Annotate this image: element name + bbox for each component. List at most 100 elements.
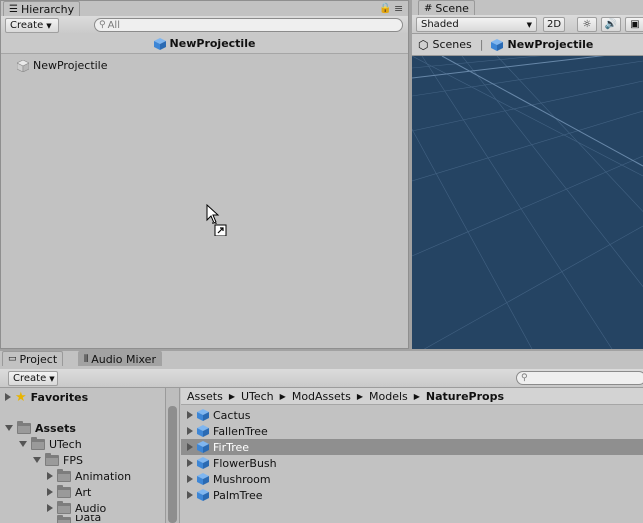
- folder-icon: [57, 484, 71, 498]
- breadcrumb-scenes[interactable]: Scenes: [432, 38, 471, 51]
- project-tree-scrollbar[interactable]: [168, 406, 177, 523]
- hierarchy-create-button[interactable]: Create ▼: [5, 18, 59, 33]
- audio-mixer-tab-label: Audio Mixer: [91, 352, 156, 366]
- lighting-toggle-button[interactable]: ☼: [577, 17, 597, 32]
- folder-icon: ▭: [8, 354, 17, 364]
- hierarchy-toolbar: Create ▼ ⚲ All: [1, 16, 408, 35]
- expand-arrow-icon[interactable]: [47, 472, 53, 480]
- asset-row-fallentree[interactable]: FallenTree: [181, 423, 643, 439]
- asset-row-mushroom[interactable]: Mushroom: [181, 471, 643, 487]
- tree-item-audio[interactable]: Audio: [47, 500, 106, 516]
- 2d-label: 2D: [546, 19, 562, 30]
- unity-logo-icon: ⬡: [418, 37, 429, 52]
- scene-breadcrumb: ⬡ Scenes | NewProjectile: [412, 34, 643, 56]
- hierarchy-tab[interactable]: ☰ Hierarchy: [3, 1, 81, 16]
- search-icon: ⚲: [99, 20, 106, 30]
- hierarchy-root-item[interactable]: NewProjectile: [17, 59, 108, 72]
- create-label: Create: [13, 373, 47, 384]
- prefab-cube-icon: [197, 489, 209, 501]
- tree-label: Art: [75, 485, 92, 499]
- project-create-button[interactable]: Create ▼: [8, 371, 58, 386]
- scene-toolbar: Shaded ▼ 2D ☼ 🔊 ▣: [412, 15, 643, 34]
- root-item-label: NewProjectile: [33, 59, 108, 72]
- expand-arrow-icon[interactable]: [47, 504, 53, 512]
- panel-menu-icon[interactable]: ≡: [394, 2, 403, 15]
- breadcrumb-item[interactable]: UTech: [241, 390, 274, 403]
- breadcrumb-item[interactable]: Assets: [187, 390, 223, 403]
- tree-label: UTech: [49, 437, 82, 451]
- breadcrumb-item[interactable]: Models: [369, 390, 408, 403]
- asset-row-palmtree[interactable]: PalmTree: [181, 487, 643, 503]
- prefab-cube-icon: [197, 473, 209, 485]
- asset-label: FlowerBush: [213, 456, 277, 470]
- breadcrumb-separator: |: [479, 38, 484, 51]
- breadcrumb-prefab[interactable]: NewProjectile: [507, 38, 593, 51]
- tree-label: Assets: [35, 421, 76, 435]
- breadcrumb-item-current[interactable]: NatureProps: [426, 390, 504, 403]
- shading-mode-label: Shaded: [421, 19, 459, 30]
- tree-label: Audio: [75, 501, 107, 515]
- create-label: Create: [10, 20, 44, 31]
- asset-label: PalmTree: [213, 488, 263, 502]
- collapse-arrow-icon[interactable]: [5, 425, 13, 431]
- tree-item-fps[interactable]: FPS: [33, 452, 83, 468]
- folder-icon: [57, 468, 71, 482]
- prefab-cube-icon: [491, 38, 504, 51]
- breadcrumb-arrow-icon: ▶: [279, 391, 286, 401]
- 2d-toggle-button[interactable]: 2D: [543, 17, 565, 32]
- tree-item-animation[interactable]: Animation: [47, 468, 131, 484]
- effects-toggle-button[interactable]: ▣: [625, 17, 643, 32]
- project-folder-tree: ★ Favorites Assets UTech FPS Animation A…: [0, 388, 165, 523]
- breadcrumb-item[interactable]: ModAssets: [292, 390, 351, 403]
- expand-arrow-icon[interactable]: [5, 393, 11, 401]
- list-icon: ☰: [9, 3, 18, 15]
- tree-item-assets[interactable]: Assets: [5, 420, 76, 436]
- asset-row-flowerbush[interactable]: FlowerBush: [181, 455, 643, 471]
- prefab-cube-icon: [153, 37, 166, 50]
- tree-label: Animation: [75, 469, 132, 483]
- project-tab[interactable]: ▭ Project: [2, 351, 64, 366]
- favorites-item[interactable]: ★ Favorites: [5, 389, 88, 405]
- tree-item-data[interactable]: Data: [47, 515, 101, 523]
- asset-label: FirTree: [213, 440, 250, 454]
- drag-cursor-icon: [206, 204, 227, 236]
- asset-row-firtree[interactable]: FirTree: [181, 439, 643, 455]
- favorites-label: Favorites: [30, 390, 89, 404]
- tree-item-utech[interactable]: UTech: [19, 436, 82, 452]
- scene-tab[interactable]: # Scene: [418, 0, 475, 15]
- hierarchy-search-input[interactable]: ⚲ All: [94, 18, 403, 32]
- lock-icon[interactable]: 🔒: [379, 3, 391, 14]
- tree-label: FPS: [63, 453, 83, 467]
- breadcrumb-arrow-icon: ▶: [413, 391, 420, 401]
- expand-arrow-icon[interactable]: [187, 427, 193, 435]
- expand-arrow-icon[interactable]: [187, 443, 193, 451]
- project-tab-label: Project: [19, 352, 58, 366]
- project-breadcrumb: Assets ▶ UTech ▶ ModAssets ▶ Models ▶ Na…: [181, 388, 643, 405]
- expand-arrow-icon[interactable]: [187, 459, 193, 467]
- scene-viewport[interactable]: [412, 56, 643, 349]
- folder-icon: [57, 500, 71, 514]
- star-icon: ★: [15, 389, 27, 405]
- breadcrumb-arrow-icon: ▶: [356, 391, 363, 401]
- asset-row-cactus[interactable]: Cactus: [181, 407, 643, 423]
- tree-item-art[interactable]: Art: [47, 484, 91, 500]
- mixer-icon: ⫴: [84, 353, 89, 365]
- expand-arrow-icon[interactable]: [47, 488, 53, 496]
- prefab-cube-icon: [197, 409, 209, 421]
- collapse-arrow-icon[interactable]: [19, 441, 27, 447]
- collapse-arrow-icon[interactable]: [33, 457, 41, 463]
- shading-mode-dropdown[interactable]: Shaded ▼: [416, 17, 537, 32]
- audio-toggle-button[interactable]: 🔊: [601, 17, 621, 32]
- expand-arrow-icon[interactable]: [187, 411, 193, 419]
- speaker-icon: 🔊: [604, 19, 618, 30]
- expand-arrow-icon[interactable]: [187, 491, 193, 499]
- project-toolbar: Create ▼ ⚲: [0, 369, 643, 388]
- expand-arrow-icon[interactable]: [187, 475, 193, 483]
- tree-label: Data: [75, 515, 102, 523]
- audio-mixer-tab[interactable]: ⫴ Audio Mixer: [78, 351, 162, 366]
- search-placeholder: All: [107, 19, 120, 31]
- project-search-input[interactable]: ⚲: [516, 371, 643, 385]
- prefab-cube-icon: [197, 425, 209, 437]
- folder-icon: [45, 452, 59, 466]
- dropdown-arrow-icon: ▼: [526, 20, 532, 29]
